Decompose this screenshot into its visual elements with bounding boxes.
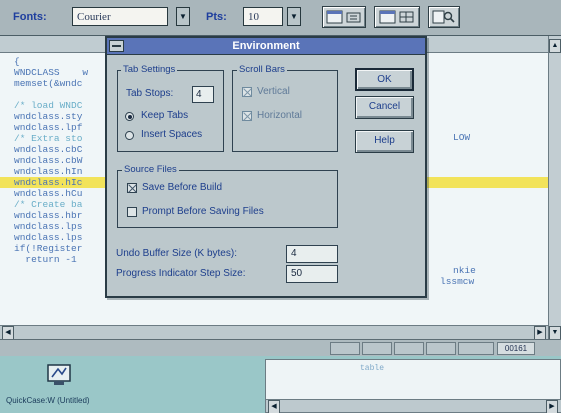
toolbar-run-button[interactable] bbox=[374, 6, 420, 28]
code-line: wndclass.hbr bbox=[14, 210, 83, 221]
group-title: Tab Settings bbox=[121, 64, 178, 75]
horizontal-scrollbar[interactable]: ◀ ▶ bbox=[0, 325, 548, 340]
code-line: wndclass.hIc bbox=[14, 177, 83, 188]
code-line: if(!Register bbox=[14, 243, 83, 254]
scroll-right-icon[interactable]: ▶ bbox=[534, 326, 546, 340]
size-dropdown-arrow-icon[interactable]: ▼ bbox=[287, 7, 301, 26]
horizontal-scrollbar-label: Horizontal bbox=[257, 110, 303, 121]
code-line: /* Extra sto bbox=[14, 133, 83, 144]
scroll-up-icon[interactable]: ▲ bbox=[549, 39, 561, 53]
insert-spaces-label: Insert Spaces bbox=[141, 129, 203, 140]
code-line: memset(&wndc bbox=[14, 78, 83, 89]
prompt-before-saving-checkbox[interactable] bbox=[127, 207, 137, 217]
group-title: Source Files bbox=[122, 164, 179, 175]
scroll-down-icon[interactable]: ▼ bbox=[549, 326, 561, 340]
code-line: WNDCLASS w bbox=[14, 67, 89, 78]
scroll-right-icon[interactable]: ▶ bbox=[546, 400, 558, 413]
save-before-build-checkbox[interactable] bbox=[127, 183, 137, 193]
code-fragment: LOW bbox=[453, 132, 471, 143]
app-icon-label: QuickCase:W (Untitled) bbox=[6, 396, 90, 405]
search-icon bbox=[432, 10, 455, 24]
vertical-scrollbar[interactable]: ▲ ▼ bbox=[548, 36, 561, 341]
progress-step-label: Progress Indicator Step Size: bbox=[116, 268, 246, 279]
code-line: wndclass.hCu bbox=[14, 188, 83, 199]
quickcase-icon bbox=[47, 364, 71, 385]
toolbar-debug-button[interactable] bbox=[428, 6, 460, 28]
scroll-left-icon[interactable]: ◀ bbox=[268, 400, 280, 413]
keep-tabs-radio[interactable] bbox=[125, 112, 134, 121]
secondary-horizontal-scrollbar[interactable]: ◀ ▶ bbox=[266, 399, 561, 413]
help-button[interactable]: Help bbox=[355, 130, 414, 153]
code-line: return -1 bbox=[14, 254, 77, 265]
code-line: /* load WNDC bbox=[14, 100, 83, 111]
tab-stops-input[interactable]: 4 bbox=[192, 86, 214, 103]
code-line: { bbox=[14, 56, 20, 67]
code-fragment: nkie bbox=[453, 265, 476, 276]
toolbar-build-button[interactable] bbox=[322, 6, 366, 28]
size-label: Pts: bbox=[206, 11, 227, 23]
cursor-position-indicator: 00161 002 bbox=[497, 342, 535, 364]
font-select[interactable]: Courier bbox=[72, 7, 168, 26]
status-segment bbox=[362, 342, 392, 355]
tab-stops-label: Tab Stops: bbox=[126, 88, 174, 99]
build-icon bbox=[346, 12, 361, 23]
font-label: Fonts: bbox=[13, 11, 47, 23]
secondary-window-text: table bbox=[360, 364, 385, 373]
code-line: wndclass.cbW bbox=[14, 155, 83, 166]
cancel-button[interactable]: Cancel bbox=[355, 96, 414, 119]
vertical-scrollbar-label: Vertical bbox=[257, 86, 290, 97]
save-before-build-label: Save Before Build bbox=[142, 182, 223, 193]
keep-tabs-label: Keep Tabs bbox=[141, 110, 189, 121]
ok-button[interactable]: OK bbox=[355, 68, 414, 91]
status-segment bbox=[330, 342, 360, 355]
code-line: /* Create ba bbox=[14, 199, 83, 210]
code-line: wndclass.lps bbox=[14, 221, 83, 232]
status-segment bbox=[394, 342, 424, 355]
status-bar: 00161 002 bbox=[0, 339, 561, 364]
undo-buffer-input[interactable]: 4 bbox=[286, 245, 338, 263]
grid-icon bbox=[399, 11, 414, 23]
dialog-title: Environment bbox=[232, 40, 300, 52]
code-line: wndclass.hIn bbox=[14, 166, 83, 177]
code-fragment: lssmcw bbox=[440, 276, 475, 287]
font-dropdown-arrow-icon[interactable]: ▼ bbox=[176, 7, 190, 26]
group-title: Scroll Bars bbox=[237, 64, 287, 75]
window-icon bbox=[379, 10, 396, 24]
code-line: wndclass.lpf bbox=[14, 122, 83, 133]
source-files-group bbox=[117, 170, 338, 228]
insert-spaces-radio[interactable] bbox=[125, 131, 134, 140]
size-select[interactable]: 10 bbox=[243, 7, 283, 26]
undo-buffer-label: Undo Buffer Size (K bytes): bbox=[116, 248, 237, 259]
scroll-left-icon[interactable]: ◀ bbox=[2, 326, 14, 340]
vertical-scrollbar-checkbox[interactable] bbox=[242, 87, 252, 97]
window-icon bbox=[326, 10, 343, 24]
horizontal-scrollbar-checkbox[interactable] bbox=[242, 111, 252, 121]
code-line: wndclass.lps bbox=[14, 232, 83, 243]
progress-step-input[interactable]: 50 bbox=[286, 265, 338, 283]
quickcase-app-icon[interactable] bbox=[46, 363, 74, 387]
code-line: wndclass.cbC bbox=[14, 144, 83, 155]
code-line: wndclass.sty bbox=[14, 111, 83, 122]
prompt-before-saving-label: Prompt Before Saving Files bbox=[142, 206, 264, 217]
status-segment bbox=[458, 342, 494, 355]
status-segment bbox=[426, 342, 456, 355]
